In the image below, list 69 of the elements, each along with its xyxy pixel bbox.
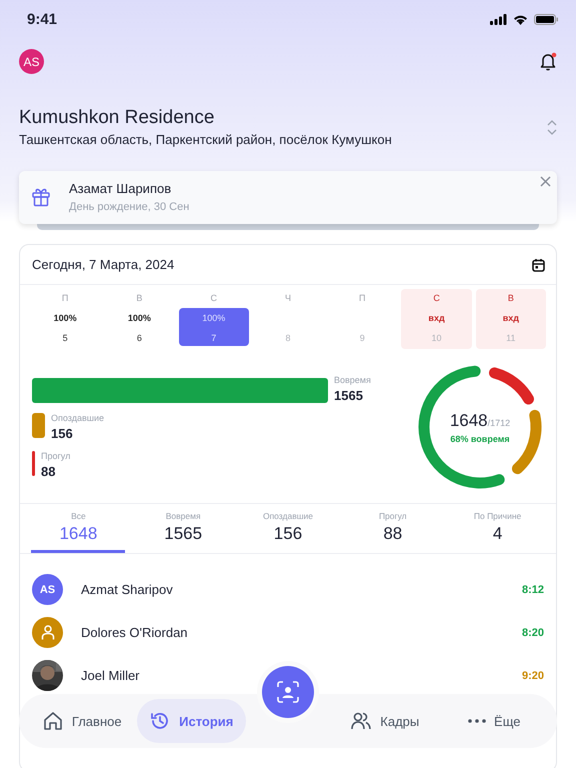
weekday-label: В xyxy=(136,293,142,305)
bar-value: 156 xyxy=(51,426,74,441)
bar-value: 1565 xyxy=(334,388,364,403)
present-count: 1648 xyxy=(450,410,488,430)
week-day[interactable]: П 100% 5 xyxy=(30,289,100,349)
wifi-icon xyxy=(513,14,528,24)
bar-label: Опоздавшие xyxy=(51,413,104,423)
home-icon xyxy=(42,710,64,732)
weekday-label: П xyxy=(62,293,68,305)
avatar: AS xyxy=(32,574,63,605)
battery-icon xyxy=(534,14,558,24)
day-cell[interactable]: 100% 6 xyxy=(104,308,174,346)
filter-tab[interactable]: Прогул 88 xyxy=(340,504,446,553)
nav-item[interactable]: Ёще xyxy=(440,699,549,743)
face-scan-icon xyxy=(276,680,300,704)
day-value: вхд xyxy=(428,312,445,325)
week-day[interactable]: С 100% 7 xyxy=(178,289,249,349)
arrival-time: 8:12 xyxy=(522,584,544,596)
weekday-label: П xyxy=(359,293,366,305)
birthday-detail: День рождение, 30 Сен xyxy=(69,201,190,213)
total-count: /1712 xyxy=(488,418,510,428)
day-date: 11 xyxy=(506,333,516,343)
bar-label: Прогул xyxy=(41,451,70,461)
location-title: Kumushkon Residence xyxy=(19,107,216,129)
filter-tab[interactable]: Все 1648 xyxy=(26,504,131,553)
weekday-label: С xyxy=(210,293,217,305)
person-name: Azmat Sharipov xyxy=(81,582,174,597)
day-date: 5 xyxy=(62,333,68,343)
filter-tab[interactable]: По Причине 4 xyxy=(445,504,550,553)
weekday-label: С xyxy=(433,293,440,305)
nav-item[interactable]: История xyxy=(136,699,246,743)
weekday-label: Ч xyxy=(284,293,291,305)
bell-icon[interactable] xyxy=(540,52,557,71)
day-value: 100% xyxy=(202,312,226,325)
nav-item[interactable]: Кадры xyxy=(330,699,440,743)
day-cell[interactable]: 100% 5 xyxy=(30,308,100,346)
gift-icon xyxy=(31,187,51,207)
calendar-icon[interactable] xyxy=(532,258,545,272)
day-date: 10 xyxy=(432,333,442,343)
day-date: 6 xyxy=(136,333,142,343)
selected-day[interactable]: 100% 7 xyxy=(178,308,249,346)
person-icon xyxy=(40,625,54,640)
nav-item[interactable]: Главное xyxy=(27,699,136,743)
birthday-name: Азамат Шарипов xyxy=(69,181,172,196)
filter-tab[interactable]: Опоздавшие 156 xyxy=(236,504,340,553)
day-value: вхд xyxy=(502,312,519,325)
bar-label: Вовремя xyxy=(334,375,371,385)
person-name: Joel Miller xyxy=(81,668,141,683)
filter-tab[interactable]: Вовремя 1565 xyxy=(130,504,236,553)
weekday-label: В xyxy=(508,293,514,305)
arrival-time: 9:20 xyxy=(522,670,544,682)
day-value: 100% xyxy=(128,312,151,325)
day-value: 100% xyxy=(54,312,77,325)
day-date: 8 xyxy=(285,333,290,343)
people-icon xyxy=(350,710,372,732)
day-date: 7 xyxy=(211,333,216,343)
more-icon xyxy=(468,719,486,723)
day-date: 9 xyxy=(360,333,365,343)
signal-icon xyxy=(490,14,507,24)
week-day[interactable]: В 100% 6 xyxy=(104,289,175,349)
status-time: 9:41 xyxy=(27,10,58,28)
arrival-time: 8:20 xyxy=(522,626,544,638)
location-address: Ташкентская область, Паркентский район, посёлок Кумушкон xyxy=(19,132,392,147)
face-scan-button[interactable] xyxy=(262,666,314,718)
user-avatar[interactable]: AS xyxy=(19,49,44,74)
person-name: Dolores O'Riordan xyxy=(81,625,189,640)
date-title: Сегодня, 7 Марта, 2024 xyxy=(32,257,174,272)
on-time-caption: 68% вовремя xyxy=(450,434,510,444)
bar-value: 88 xyxy=(41,464,56,479)
